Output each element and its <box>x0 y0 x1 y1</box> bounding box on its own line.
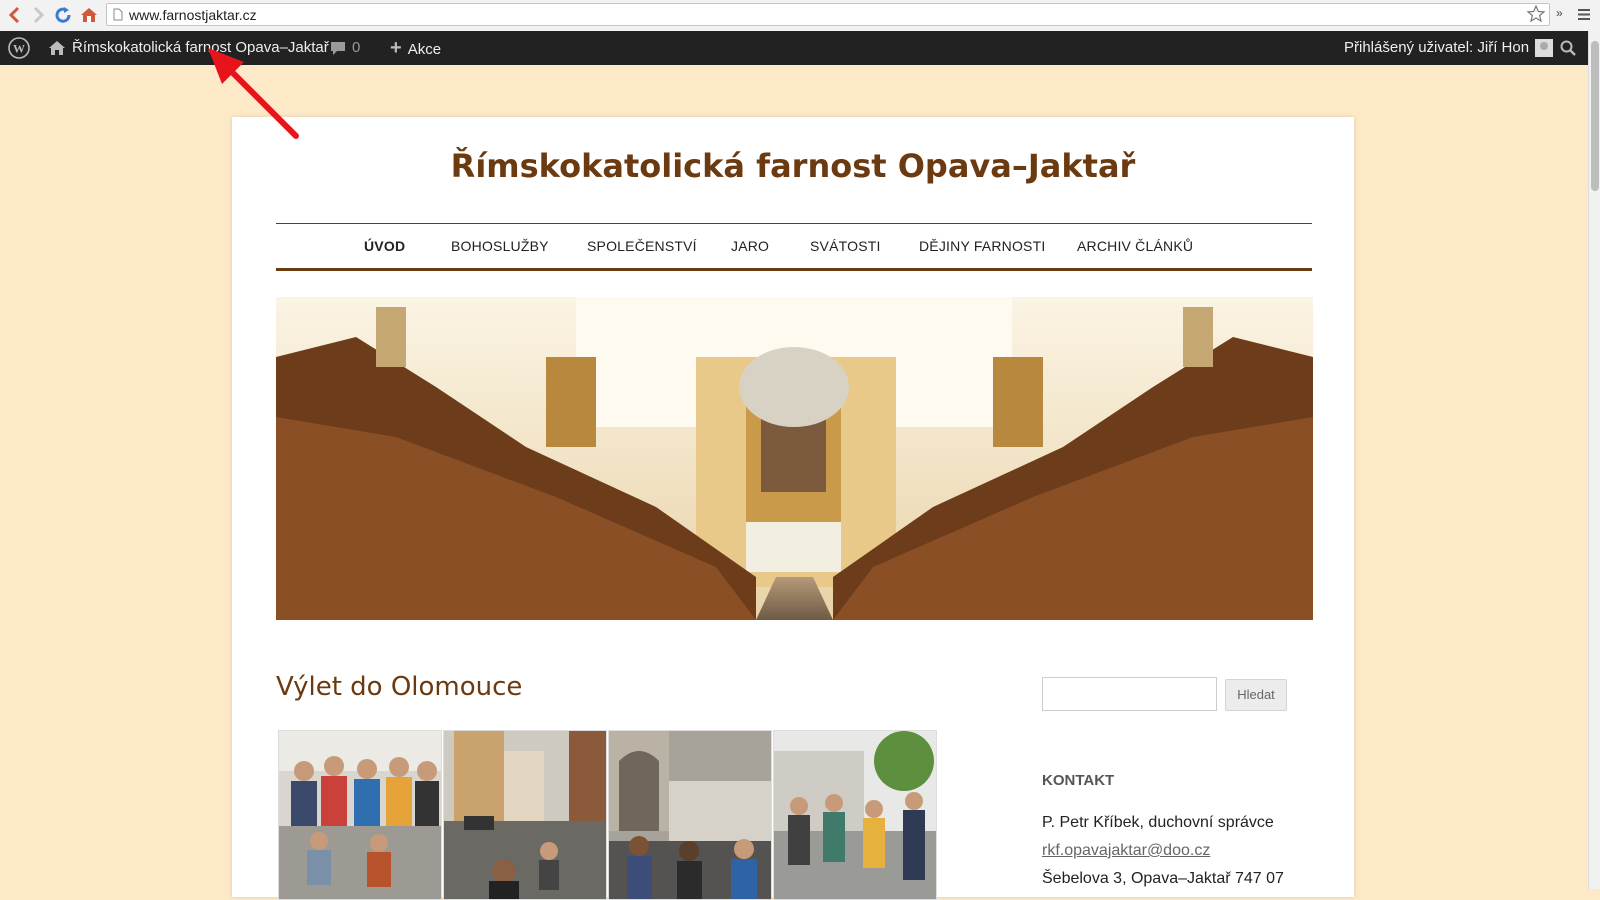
nav-item-spolecenstvi[interactable]: SPOLEČENSTVÍ <box>587 238 697 254</box>
contact-email-link[interactable]: rkf.opavajaktar@doo.cz <box>1042 842 1210 859</box>
wordpress-logo-icon[interactable]: W <box>8 31 30 65</box>
page-content: Římskokatolická farnost Opava–Jaktař ÚVO… <box>232 117 1354 900</box>
extensions-overflow-button[interactable]: » <box>1556 6 1563 20</box>
main-navigation: ÚVOD BOHOSLUŽBY SPOLEČENSTVÍ JARO SVÁTOS… <box>276 223 1312 271</box>
nav-item-uvod[interactable]: ÚVOD <box>364 238 405 254</box>
search-input[interactable] <box>1042 677 1217 711</box>
comment-icon <box>331 42 345 56</box>
plus-icon: + <box>390 37 402 59</box>
address-bar[interactable]: www.farnostjaktar.cz <box>106 3 1550 26</box>
comments-count: 0 <box>352 39 361 56</box>
nav-item-archiv-clanku[interactable]: ARCHIV ČLÁNKŮ <box>1077 238 1193 254</box>
user-account-menu[interactable]: Přihlášený uživatel: Jiří Hon <box>1344 31 1554 65</box>
nav-item-bohosluzby[interactable]: BOHOSLUŽBY <box>451 238 549 254</box>
header-image-church-interior <box>276 297 1313 620</box>
site-title[interactable]: Římskokatolická farnost Opava–Jaktař <box>232 147 1354 185</box>
house-icon <box>49 41 65 56</box>
search-button[interactable]: Hledat <box>1225 679 1287 711</box>
page-scrollbar[interactable] <box>1588 31 1600 889</box>
avatar <box>1535 39 1554 58</box>
reload-icon[interactable] <box>52 4 74 26</box>
home-icon[interactable] <box>78 4 100 26</box>
contact-email-line: rkf.opavajaktar@doo.cz <box>1042 842 1210 860</box>
scrollbar-thumb[interactable] <box>1591 41 1599 191</box>
url-text: www.farnostjaktar.cz <box>129 7 257 23</box>
forward-icon[interactable] <box>27 4 49 26</box>
comments-link[interactable]: 0 <box>330 31 360 65</box>
page-icon <box>113 8 123 21</box>
user-greeting: Přihlášený uživatel: Jiří Hon <box>1344 39 1530 56</box>
gallery-photo-street[interactable] <box>443 730 607 900</box>
contact-heading: KONTAKT <box>1042 772 1115 789</box>
gallery-photo-square[interactable] <box>773 730 937 900</box>
nav-item-dejiny-farnosti[interactable]: DĚJINY FARNOSTI <box>919 238 1045 254</box>
new-content-link[interactable]: + Akce <box>390 31 441 65</box>
annotation-arrow-icon <box>208 48 299 139</box>
nav-item-svatosti[interactable]: SVÁTOSTI <box>810 238 881 254</box>
browser-toolbar: www.farnostjaktar.cz » <box>0 0 1600 32</box>
contact-person: P. Petr Kříbek, duchovní správce <box>1042 814 1274 831</box>
post-title[interactable]: Výlet do Olomouce <box>276 672 522 702</box>
svg-text:W: W <box>13 42 25 56</box>
back-icon[interactable] <box>4 4 26 26</box>
gallery-photo-courtyard[interactable] <box>608 730 772 900</box>
new-content-label: Akce <box>407 41 442 58</box>
menu-icon[interactable] <box>1577 8 1591 21</box>
nav-item-jaro[interactable]: JARO <box>731 238 769 254</box>
admin-search-icon[interactable] <box>1560 31 1576 65</box>
bookmark-star-icon[interactable] <box>1527 5 1545 23</box>
gallery-photo-group[interactable] <box>278 730 442 900</box>
contact-address: Šebelova 3, Opava–Jaktař 747 07 <box>1042 870 1284 887</box>
